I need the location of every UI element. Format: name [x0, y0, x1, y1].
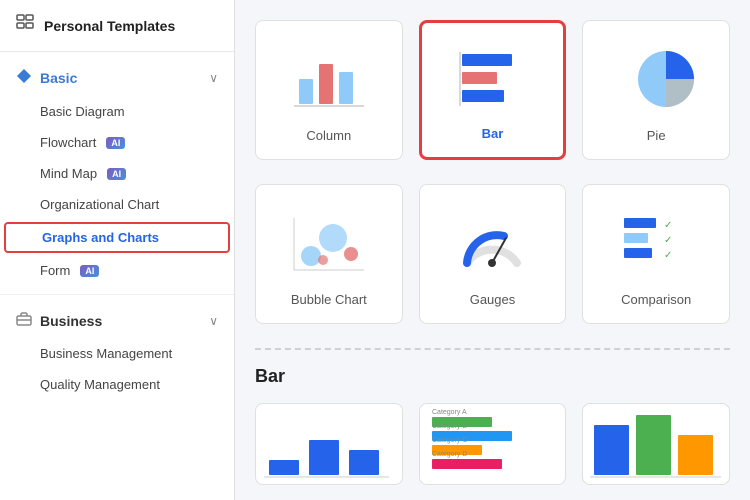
svg-text:✓: ✓	[664, 250, 672, 261]
sidebar-item-basic-diagram[interactable]: Basic Diagram	[0, 96, 234, 127]
sidebar-item-label: Quality Management	[40, 377, 160, 392]
sidebar-header: Personal Templates	[0, 0, 234, 52]
briefcase-icon	[16, 311, 32, 330]
basic-section: Basic ∨ Basic Diagram Flowchart AI Mind …	[0, 52, 234, 294]
middle-cards-grid: Bubble Chart Gauges	[255, 184, 730, 324]
pie-card-label: Pie	[647, 128, 666, 143]
sidebar-item-label: Form	[40, 263, 70, 278]
basic-section-header[interactable]: Basic ∨	[0, 60, 234, 96]
template-card-column[interactable]: Column	[255, 20, 403, 160]
sidebar-item-label: Graphs and Charts	[42, 230, 159, 245]
grid-icon	[16, 14, 34, 37]
section-divider	[255, 348, 730, 350]
bar-template-1-preview	[256, 404, 402, 484]
bar-template-2[interactable]: Category A Category B Category C Categor…	[419, 403, 567, 485]
gauge-icon	[436, 201, 550, 284]
basic-chevron-icon: ∨	[209, 71, 218, 85]
template-card-pie[interactable]: Pie	[582, 20, 730, 160]
svg-text:✓: ✓	[664, 220, 672, 231]
business-section: Business ∨ Business Management Quality M…	[0, 294, 234, 408]
sidebar: Personal Templates Basic ∨ Basic Diagram…	[0, 0, 235, 500]
svg-text:Category D: Category D	[432, 451, 467, 458]
bar-chart-icon	[438, 39, 548, 118]
sidebar-item-org-chart[interactable]: Organizational Chart	[0, 189, 234, 220]
comparison-card-label: Comparison	[621, 292, 691, 307]
bar-template-2-preview: Category A Category B Category C Categor…	[420, 404, 566, 484]
bar-card-label: Bar	[482, 126, 504, 141]
business-section-label: Business	[40, 313, 102, 329]
bubble-chart-icon	[272, 201, 386, 284]
sidebar-item-mind-map[interactable]: Mind Map AI	[0, 158, 234, 189]
template-card-gauges[interactable]: Gauges	[419, 184, 567, 324]
main-content: Column Bar	[235, 0, 750, 500]
sidebar-item-graphs-charts[interactable]: Graphs and Charts	[4, 222, 230, 253]
sidebar-item-business-mgmt[interactable]: Business Management	[0, 338, 234, 369]
template-card-bubble[interactable]: Bubble Chart	[255, 184, 403, 324]
svg-text:Category C: Category C	[432, 437, 467, 444]
basic-section-label: Basic	[40, 70, 77, 86]
sidebar-item-label: Business Management	[40, 346, 172, 361]
svg-text:Category A: Category A	[432, 409, 467, 416]
column-card-label: Column	[306, 128, 351, 143]
bar-section-title: Bar	[255, 366, 730, 387]
business-chevron-icon: ∨	[209, 314, 218, 328]
ai-badge: AI	[107, 168, 126, 180]
bar-template-3-preview	[583, 404, 729, 484]
diamond-icon	[16, 68, 32, 88]
ai-badge: AI	[80, 265, 99, 277]
top-cards-grid: Column Bar	[255, 20, 730, 160]
template-card-bar[interactable]: Bar	[419, 20, 567, 160]
sidebar-item-label: Mind Map	[40, 166, 97, 181]
sidebar-item-quality-mgmt[interactable]: Quality Management	[0, 369, 234, 400]
sidebar-item-form[interactable]: Form AI	[0, 255, 234, 286]
bar-templates-grid: Category A Category B Category C Categor…	[255, 403, 730, 485]
bubble-card-label: Bubble Chart	[291, 292, 367, 307]
comparison-chart-icon: ✓ ✓ ✓	[599, 201, 713, 284]
gauges-card-label: Gauges	[470, 292, 516, 307]
template-card-comparison[interactable]: ✓ ✓ ✓ Comparison	[582, 184, 730, 324]
bar-template-1[interactable]	[255, 403, 403, 485]
sidebar-item-label: Flowchart	[40, 135, 96, 150]
bar-template-3[interactable]	[582, 403, 730, 485]
business-section-header[interactable]: Business ∨	[0, 303, 234, 338]
svg-text:Category B: Category B	[432, 423, 467, 430]
sidebar-item-label: Organizational Chart	[40, 197, 159, 212]
ai-badge: AI	[106, 137, 125, 149]
sidebar-item-label: Basic Diagram	[40, 104, 125, 119]
pie-chart-icon	[599, 37, 713, 120]
sidebar-title: Personal Templates	[44, 18, 175, 34]
svg-text:✓: ✓	[664, 235, 672, 246]
sidebar-item-flowchart[interactable]: Flowchart AI	[0, 127, 234, 158]
column-chart-icon	[272, 37, 386, 120]
